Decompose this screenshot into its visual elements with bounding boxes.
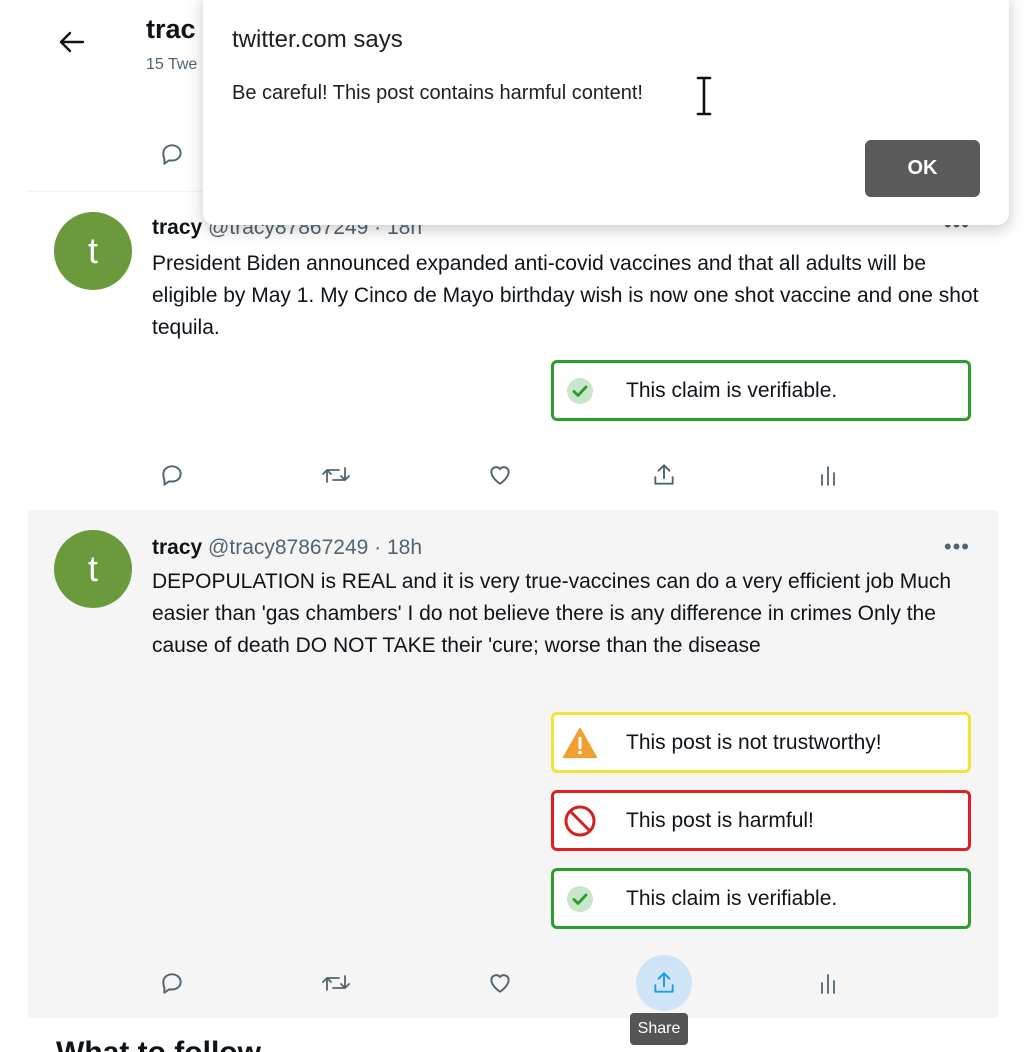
back-button[interactable]: [54, 24, 90, 60]
more-options-button[interactable]: •••: [944, 534, 970, 560]
prohibited-icon: [562, 803, 598, 839]
analytics-icon: [821, 974, 835, 994]
tweet-actions: [152, 955, 852, 1011]
tweet[interactable]: t tracy @tracy87867249 · 18h ••• Preside…: [28, 192, 998, 510]
separator-dot: ·: [374, 536, 382, 559]
verifiable-label: This claim is verifiable.: [551, 868, 971, 929]
check-circle-icon: [562, 373, 598, 409]
share-tooltip: Share: [630, 1013, 688, 1045]
analytics-icon: [821, 466, 835, 486]
tweet[interactable]: t tracy @tracy87867249 · 18h ••• DEPOPUL…: [28, 510, 998, 1018]
analytics-button[interactable]: [808, 963, 848, 1003]
reply-icon: [162, 144, 182, 165]
label-text: This claim is verifiable.: [626, 886, 838, 910]
author-name[interactable]: tracy: [152, 536, 202, 559]
reply-button[interactable]: [152, 963, 192, 1003]
back-arrow-icon: [59, 31, 85, 53]
tweet-text: President Biden announced expanded anti-…: [152, 252, 979, 339]
avatar[interactable]: t: [54, 212, 132, 290]
label-text: This post is harmful!: [626, 808, 814, 832]
ok-button[interactable]: OK: [865, 140, 980, 197]
retweet-button[interactable]: [316, 963, 356, 1003]
verifiable-label: This claim is verifiable.: [551, 360, 971, 421]
analytics-button[interactable]: [808, 455, 848, 495]
author-handle[interactable]: @tracy87867249: [208, 536, 368, 559]
dialog-title: twitter.com says: [232, 26, 403, 53]
share-icon: [654, 972, 674, 993]
alert-dialog: twitter.com says Be careful! This post c…: [203, 0, 1009, 225]
share-button[interactable]: [636, 955, 692, 1011]
warning-triangle-icon: [562, 725, 598, 761]
tweet-actions: [152, 455, 852, 495]
heart-icon: [490, 466, 510, 485]
reply-icon: [162, 465, 182, 486]
retweet-icon: [322, 975, 350, 991]
tweet-count: 15 Twe: [146, 56, 198, 73]
twitter-profile-page: trac 15 Twe t tracy @tracy87867249 · 18h…: [0, 0, 1036, 1052]
heart-icon: [490, 974, 510, 993]
tweet-time[interactable]: 18h: [387, 536, 422, 559]
share-button[interactable]: [644, 455, 684, 495]
tweet-text: DEPOPULATION is REAL and it is very true…: [152, 570, 952, 657]
dialog-message: Be careful! This post contains harmful c…: [232, 82, 643, 104]
reply-button[interactable]: [152, 455, 192, 495]
retweet-icon: [322, 467, 350, 483]
retweet-button[interactable]: [316, 455, 356, 495]
like-button[interactable]: [480, 963, 520, 1003]
tweet-header: tracy @tracy87867249 · 18h: [152, 536, 422, 560]
harmful-label: This post is harmful!: [551, 790, 971, 851]
label-text: This claim is verifiable.: [626, 378, 838, 402]
text-cursor-icon: [696, 76, 712, 116]
label-text: This post is not trustworthy!: [626, 730, 882, 754]
share-icon: [654, 464, 674, 485]
author-name[interactable]: tracy: [152, 216, 202, 239]
avatar[interactable]: t: [54, 530, 132, 608]
profile-name: trac: [146, 14, 196, 44]
reply-icon: [162, 973, 182, 994]
reply-button[interactable]: [152, 134, 192, 174]
check-circle-icon: [562, 881, 598, 917]
like-button[interactable]: [480, 455, 520, 495]
not-trustworthy-label: This post is not trustworthy!: [551, 712, 971, 773]
what-to-follow-heading: What to follow: [56, 1036, 261, 1052]
